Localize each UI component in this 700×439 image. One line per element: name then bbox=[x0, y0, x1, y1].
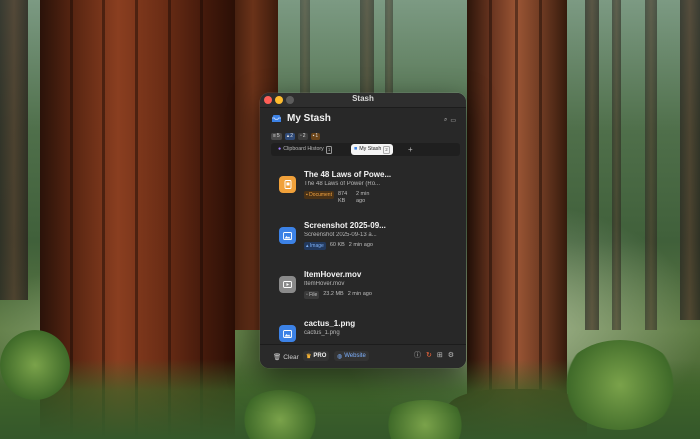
list-item[interactable]: ItemHover.mov ItemHover.mov ▫ File 23.2 … bbox=[279, 265, 454, 311]
refresh-icon[interactable]: ↻ bbox=[426, 352, 432, 360]
type-badge: ▪ Document bbox=[304, 191, 334, 199]
list-item[interactable]: cactus_1.png cactus_1.png bbox=[279, 314, 454, 345]
stack-icon: ≡ bbox=[273, 133, 276, 139]
document-thumbnail bbox=[279, 176, 296, 193]
timestamp: 2 min ago bbox=[355, 191, 370, 204]
image-thumbnail bbox=[279, 325, 296, 342]
file-size: 60 KB bbox=[329, 242, 345, 248]
website-button[interactable]: ◍ Website bbox=[334, 351, 369, 361]
item-title: ItemHover.mov bbox=[304, 270, 362, 279]
tray-icon bbox=[272, 115, 281, 122]
play-icon bbox=[283, 281, 292, 288]
add-tab-button[interactable]: + bbox=[408, 144, 413, 155]
file-icon: ▫ bbox=[300, 133, 302, 139]
settings-gear-icon[interactable]: ⚙ bbox=[448, 352, 454, 360]
image-icon: ▴ bbox=[286, 133, 290, 139]
document-count-badge[interactable]: ▪ 1 bbox=[310, 133, 321, 140]
stash-list: The 48 Laws of Powe... The 48 Laws of Po… bbox=[260, 165, 466, 345]
globe-icon: ◍ bbox=[337, 353, 343, 360]
clear-button[interactable]: 🗑 Clear bbox=[273, 353, 299, 362]
help-icon[interactable]: ⓘ bbox=[414, 352, 421, 360]
item-subtitle: cactus_1.png bbox=[304, 330, 340, 336]
page-title: My Stash bbox=[287, 113, 331, 124]
video-thumbnail bbox=[279, 276, 296, 293]
item-subtitle: Screenshot 2025-09-13 a... bbox=[304, 232, 377, 238]
count-badges: ≡ 5 ▴ 2 ▫ 2 ▪ 1 bbox=[271, 133, 321, 140]
list-item[interactable]: The 48 Laws of Powe... The 48 Laws of Po… bbox=[279, 165, 454, 211]
timestamp: 2 min ago bbox=[347, 291, 372, 297]
item-title: The 48 Laws of Powe... bbox=[304, 170, 392, 179]
clipboard-icon: ● bbox=[278, 146, 282, 152]
item-subtitle: The 48 Laws of Power (Ro... bbox=[304, 181, 381, 187]
stash-window: Stash My Stash ⌕ ▭ ≡ 5 ▴ 2 ▫ 2 ▪ 1 ● Cli… bbox=[260, 93, 466, 368]
crown-icon: ♛ bbox=[306, 353, 312, 360]
item-subtitle: ItemHover.mov bbox=[304, 281, 345, 287]
shortcut-hint: 2 bbox=[383, 145, 390, 154]
shortcut-hint: 1 bbox=[325, 145, 333, 154]
image-thumbnail bbox=[279, 227, 296, 244]
footer-bar: 🗑 Clear ♛ PRO ◍ Website ⓘ ↻ ⊞ ⚙ bbox=[260, 344, 466, 368]
type-badge: ▴ Image bbox=[304, 242, 326, 250]
file-count-badge[interactable]: ▫ 2 bbox=[298, 133, 308, 140]
tab-bar: ● Clipboard History 1 ■ My Stash 2 + bbox=[271, 143, 460, 156]
item-title: cactus_1.png bbox=[304, 319, 356, 328]
title-bar[interactable]: Stash bbox=[260, 93, 466, 108]
tab-my-stash[interactable]: ■ My Stash 2 bbox=[351, 144, 393, 155]
type-badge: ▫ File bbox=[304, 291, 320, 299]
pro-button[interactable]: ♛ PRO bbox=[303, 351, 330, 361]
all-count-badge[interactable]: ≡ 5 bbox=[271, 133, 282, 140]
file-size: 874 KB bbox=[337, 191, 348, 204]
image-icon bbox=[283, 231, 292, 240]
trash-icon: 🗑 bbox=[273, 354, 282, 361]
window-icon[interactable]: ▭ bbox=[450, 117, 456, 124]
item-title: Screenshot 2025-09... bbox=[304, 221, 386, 230]
window-title: Stash bbox=[352, 94, 374, 103]
document-icon bbox=[284, 180, 291, 189]
document-icon: ▪ bbox=[312, 133, 315, 139]
file-size: 23.2 MB bbox=[323, 291, 344, 297]
image-count-badge[interactable]: ▴ 2 bbox=[284, 133, 295, 140]
list-item[interactable]: Screenshot 2025-09... Screenshot 2025-09… bbox=[279, 216, 454, 262]
tray-icon: ■ bbox=[354, 146, 358, 152]
tab-clipboard-history[interactable]: ● Clipboard History 1 bbox=[275, 144, 335, 155]
image-icon bbox=[283, 329, 292, 338]
timestamp: 2 min ago bbox=[348, 242, 373, 248]
search-icon[interactable]: ⌕ bbox=[444, 117, 447, 124]
stash-header: My Stash ⌕ ▭ bbox=[260, 108, 466, 128]
add-item-icon[interactable]: ⊞ bbox=[437, 352, 443, 360]
